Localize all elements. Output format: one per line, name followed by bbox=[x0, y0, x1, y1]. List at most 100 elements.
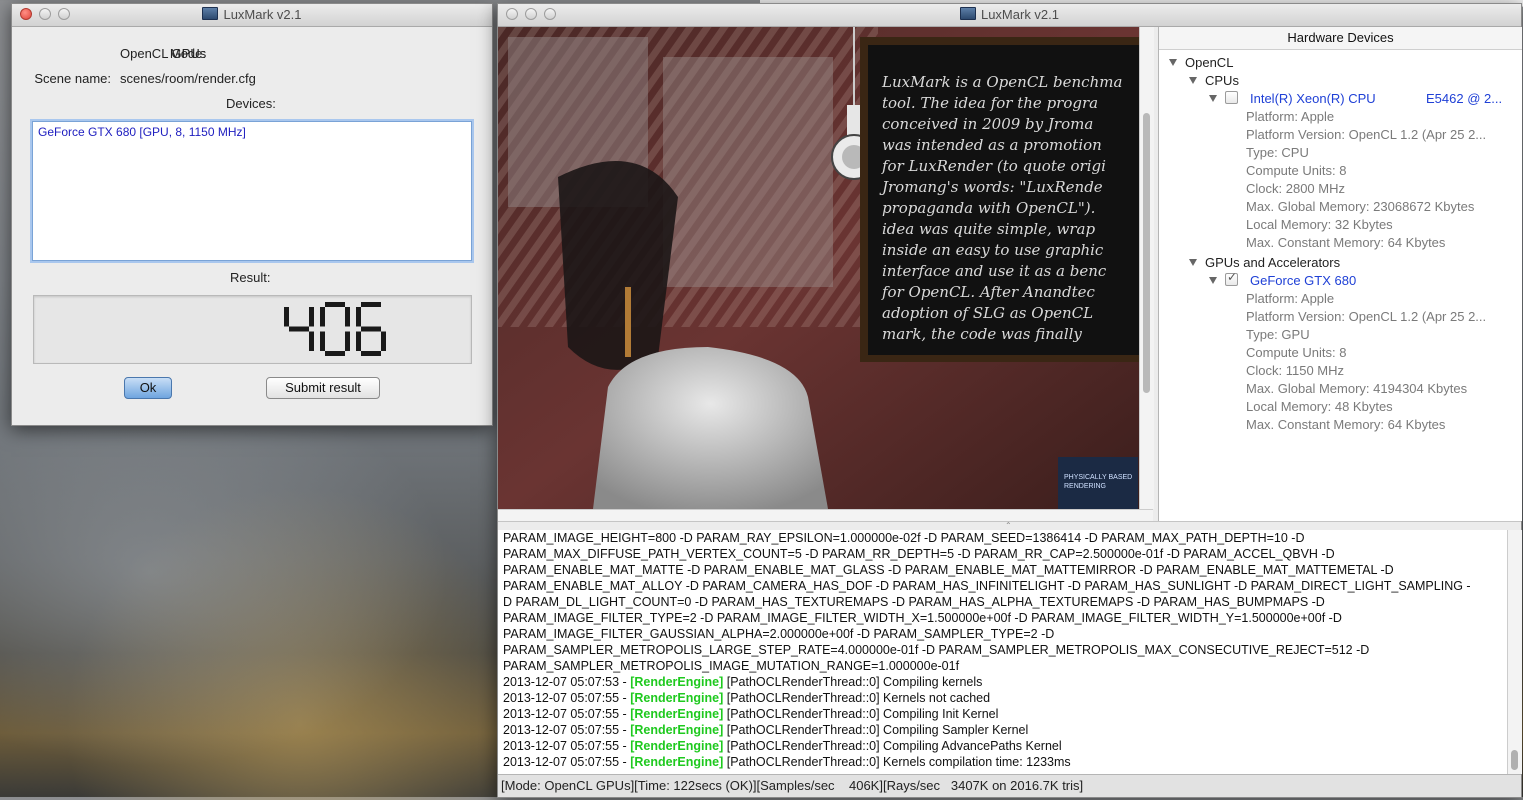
log-tag: [RenderEngine] bbox=[630, 755, 724, 769]
log-line: PARAM_SAMPLER_METROPOLIS_LARGE_STEP_RATE… bbox=[503, 643, 1370, 657]
log-line: PARAM_IMAGE_HEIGHT=800 -D PARAM_RAY_EPSI… bbox=[503, 531, 1305, 545]
result-label: Result: bbox=[230, 270, 271, 285]
lcd-digit bbox=[284, 307, 314, 351]
disclosure-triangle-icon[interactable] bbox=[1189, 259, 1197, 266]
chalkboard-line: LuxMark is a OpenCL benchma bbox=[881, 73, 1122, 91]
zoom-icon[interactable] bbox=[544, 8, 556, 20]
devices-list[interactable]: GeForce GTX 680 [GPU, 8, 1150 MHz] bbox=[32, 121, 472, 261]
app-icon bbox=[959, 7, 976, 20]
device-property: Max. Global Memory: 4194304 Kbytes bbox=[1246, 381, 1468, 396]
scene-value: scenes/room/render.cfg bbox=[120, 71, 256, 86]
log-output[interactable]: PARAM_IMAGE_HEIGHT=800 -D PARAM_RAY_EPSI… bbox=[498, 530, 1507, 774]
main-window: LuxMark v2.1 LuxMark is a OpenCL benchma… bbox=[497, 3, 1522, 798]
chalkboard-line: for OpenCL. After Anandtec bbox=[881, 283, 1095, 301]
book-title-line1: PHYSICALLY BASED bbox=[1064, 474, 1132, 481]
mode-value: OpenCL GPUs bbox=[120, 46, 207, 61]
device-list-item[interactable]: GeForce GTX 680 [GPU, 8, 1150 MHz] bbox=[33, 122, 471, 142]
chalkboard-line: for LuxRender (to quote origi bbox=[881, 157, 1106, 175]
disclosure-triangle-icon[interactable] bbox=[1209, 95, 1217, 102]
cpu-device-name: Intel(R) Xeon(R) CPU bbox=[1250, 91, 1376, 106]
log-message: [PathOCLRenderThread::0] Kernels not cac… bbox=[723, 691, 991, 705]
log-line: D PARAM_DL_LIGHT_COUNT=0 -D PARAM_HAS_TE… bbox=[503, 595, 1325, 609]
device-property: Platform Version: OpenCL 1.2 (Apr 25 2..… bbox=[1246, 127, 1487, 142]
submit-result-button[interactable]: Submit result bbox=[266, 377, 380, 399]
window-title: LuxMark v2.1 bbox=[223, 7, 302, 22]
tree-node-opencl[interactable]: OpenCL bbox=[1169, 55, 1233, 70]
log-line: PARAM_SAMPLER_METROPOLIS_IMAGE_MUTATION_… bbox=[503, 659, 960, 673]
render-preview[interactable]: LuxMark is a OpenCL benchma tool. The ide… bbox=[498, 27, 1139, 509]
zoom-icon[interactable] bbox=[58, 8, 70, 20]
close-icon[interactable] bbox=[506, 8, 518, 20]
result-window: LuxMark v2.1 Mode: OpenCL GPUs Scene nam… bbox=[11, 3, 493, 426]
device-property: Platform: Apple bbox=[1246, 291, 1335, 306]
scene-label: Scene name: bbox=[34, 71, 111, 86]
device-property: Platform: Apple bbox=[1246, 109, 1335, 124]
log-line: PARAM_IMAGE_FILTER_TYPE=2 -D PARAM_IMAGE… bbox=[503, 611, 1342, 625]
log-tag: [RenderEngine] bbox=[630, 723, 724, 737]
device-property: Type: CPU bbox=[1246, 145, 1309, 160]
log-line: 2013-12-07 05:07:55 - [RenderEngine] [Pa… bbox=[498, 690, 1507, 706]
hardware-devices-panel: Hardware Devices OpenCL CPUs Intel(R) Xe… bbox=[1158, 27, 1522, 521]
minimize-icon[interactable] bbox=[525, 8, 537, 20]
chalkboard-line: was intended as a promotion bbox=[882, 136, 1102, 154]
device-property: Compute Units: 8 bbox=[1246, 163, 1347, 178]
log-line: PARAM_ENABLE_MAT_MATTE -D PARAM_ENABLE_M… bbox=[503, 563, 1394, 577]
log-line: PARAM_IMAGE_FILTER_GAUSSIAN_ALPHA=2.0000… bbox=[503, 627, 1055, 641]
log-line: 2013-12-07 05:07:53 - [RenderEngine] [Pa… bbox=[498, 674, 1507, 690]
device-property: Compute Units: 8 bbox=[1246, 345, 1347, 360]
gpu-device-name: GeForce GTX 680 bbox=[1250, 273, 1357, 288]
chalkboard-line: Jromang's words: "LuxRende bbox=[879, 178, 1103, 196]
log-timestamp: 2013-12-07 05:07:55 - bbox=[503, 739, 631, 753]
log-vertical-scrollbar[interactable] bbox=[1507, 530, 1522, 774]
device-property: Max. Global Memory: 23068672 Kbytes bbox=[1246, 199, 1475, 214]
log-message: [PathOCLRenderThread::0] Compiling kerne… bbox=[723, 675, 983, 689]
result-lcd-display bbox=[33, 295, 472, 364]
splitter-grip-icon[interactable]: ⌃ bbox=[1005, 522, 1012, 530]
result-window-titlebar[interactable]: LuxMark v2.1 bbox=[12, 4, 492, 27]
tree-node-cpus[interactable]: CPUs bbox=[1189, 73, 1239, 88]
book-title-line2: RENDERING bbox=[1064, 483, 1106, 490]
tree-node-gpu-device[interactable]: GeForce GTX 680 bbox=[1209, 270, 1357, 288]
device-property: Type: GPU bbox=[1246, 327, 1310, 342]
chalkboard-line: interface and use it as a benc bbox=[882, 262, 1107, 280]
log-timestamp: 2013-12-07 05:07:55 - bbox=[503, 707, 631, 721]
render-scene-image: LuxMark is a OpenCL benchma tool. The ide… bbox=[498, 27, 1139, 509]
disclosure-triangle-icon[interactable] bbox=[1169, 59, 1177, 66]
chalkboard-line: tool. The idea for the progra bbox=[882, 94, 1098, 112]
chalkboard-line: inside an easy to use graphic bbox=[882, 241, 1104, 259]
device-property: Clock: 1150 MHz bbox=[1246, 363, 1345, 378]
device-property: Local Memory: 48 Kbytes bbox=[1246, 399, 1393, 414]
lcd-digit bbox=[356, 302, 386, 356]
device-property: Local Memory: 32 Kbytes bbox=[1246, 217, 1393, 232]
chalkboard-line: idea was quite simple, wrap bbox=[882, 220, 1095, 238]
result-score-digits bbox=[284, 302, 386, 356]
close-icon[interactable] bbox=[20, 8, 32, 20]
ok-button[interactable]: Ok bbox=[124, 377, 172, 399]
chalkboard-line: conceived in 2009 by Jroma bbox=[882, 115, 1093, 133]
log-tag: [RenderEngine] bbox=[630, 675, 724, 689]
log-tag: [RenderEngine] bbox=[630, 707, 724, 721]
chalkboard-line: mark, the code was finally bbox=[882, 325, 1082, 343]
device-property: Platform Version: OpenCL 1.2 (Apr 25 2..… bbox=[1246, 309, 1487, 324]
log-line: 2013-12-07 05:07:55 - [RenderEngine] [Pa… bbox=[498, 754, 1507, 770]
tree-node-cpu-device[interactable]: Intel(R) Xeon(R) CPU bbox=[1209, 91, 1376, 106]
render-vertical-scrollbar[interactable] bbox=[1139, 27, 1154, 509]
main-window-titlebar[interactable]: LuxMark v2.1 bbox=[498, 4, 1521, 27]
hardware-devices-header: Hardware Devices bbox=[1159, 27, 1522, 50]
status-bar: [Mode: OpenCL GPUs][Time: 122secs (OK)][… bbox=[498, 774, 1521, 797]
desktop-wallpaper bbox=[0, 420, 500, 800]
log-line: PARAM_MAX_DIFFUSE_PATH_VERTEX_COUNT=5 -D… bbox=[503, 547, 1335, 561]
log-message: [PathOCLRenderThread::0] Compiling Init … bbox=[723, 707, 999, 721]
disclosure-triangle-icon[interactable] bbox=[1189, 77, 1197, 84]
tree-node-gpus[interactable]: GPUs and Accelerators bbox=[1189, 255, 1340, 270]
minimize-icon[interactable] bbox=[39, 8, 51, 20]
gpu-device-checkbox[interactable] bbox=[1225, 270, 1238, 286]
cpu-device-checkbox[interactable] bbox=[1225, 91, 1238, 104]
log-tag: [RenderEngine] bbox=[630, 691, 724, 705]
device-property: Max. Constant Memory: 64 Kbytes bbox=[1246, 235, 1446, 250]
disclosure-triangle-icon[interactable] bbox=[1209, 277, 1217, 284]
log-message: [PathOCLRenderThread::0] Compiling Advan… bbox=[723, 739, 1062, 753]
log-timestamp: 2013-12-07 05:07:55 - bbox=[503, 723, 631, 737]
cpu-device-model: E5462 @ 2... bbox=[1426, 91, 1503, 106]
lcd-digit bbox=[320, 302, 350, 356]
